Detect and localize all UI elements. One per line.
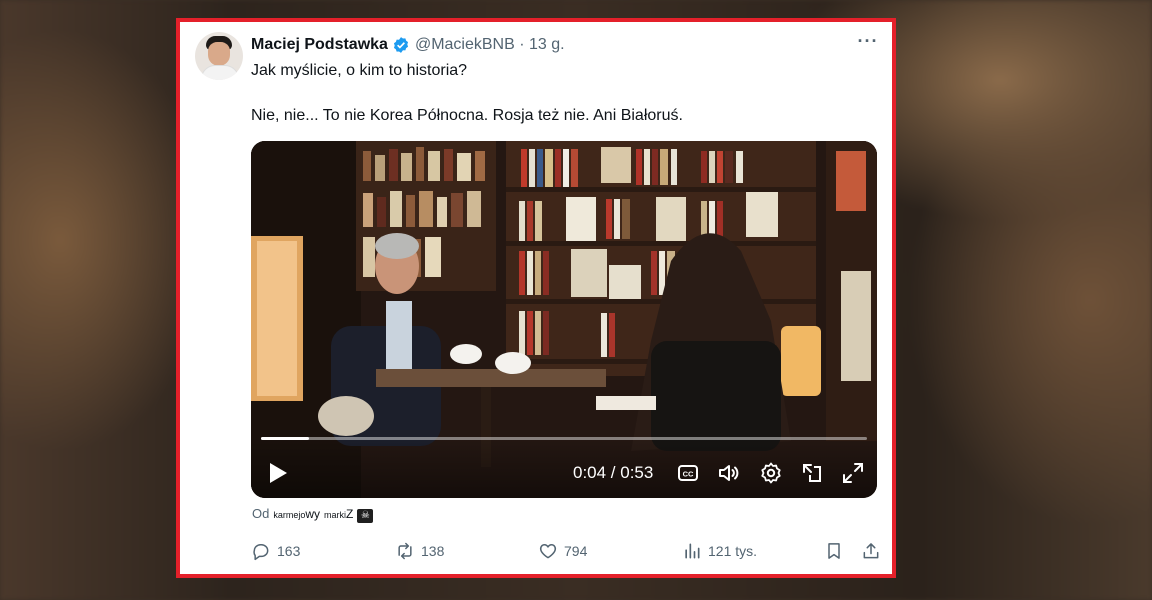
more-icon[interactable]: ··· bbox=[856, 32, 880, 54]
settings-icon[interactable] bbox=[759, 461, 783, 485]
repost-icon bbox=[398, 542, 412, 560]
share-button[interactable] bbox=[861, 540, 887, 562]
reply-icon bbox=[253, 544, 269, 561]
reply-count: 163 bbox=[277, 543, 301, 559]
source-part-2: wy bbox=[305, 507, 321, 521]
avatar[interactable] bbox=[195, 32, 243, 80]
tweet-actions: 163 138 794 121 tys. bbox=[251, 540, 881, 562]
source-part-4: Z bbox=[346, 507, 354, 521]
like-icon bbox=[539, 544, 557, 559]
source-part-3: marki bbox=[324, 510, 347, 520]
svg-text:CC: CC bbox=[683, 470, 694, 479]
video-progress-fill bbox=[261, 437, 310, 440]
reply-button[interactable]: 163 bbox=[251, 540, 300, 562]
views-icon bbox=[685, 543, 700, 559]
repost-count: 138 bbox=[421, 543, 445, 559]
handle-and-time[interactable]: @MaciekBNB · 13 g. bbox=[415, 36, 565, 54]
tweet-card: Maciej Podstawka @MaciekBNB · 13 g. ··· … bbox=[176, 18, 896, 578]
tweet-text-line-2: Nie, nie... To nie Korea Północna. Rosja… bbox=[251, 107, 683, 124]
video-controls bbox=[251, 436, 877, 498]
author-name[interactable]: Maciej Podstawka bbox=[251, 36, 388, 54]
like-button[interactable]: 794 bbox=[538, 540, 587, 562]
captions-icon[interactable]: CC bbox=[676, 461, 700, 485]
video-progress-bar[interactable] bbox=[261, 437, 867, 440]
bookmark-icon bbox=[828, 543, 840, 559]
video-player[interactable]: 0:04 / 0:53 CC bbox=[251, 141, 877, 498]
video-source-attribution[interactable]: Od karmejo wy marki Z ☠ bbox=[252, 506, 374, 523]
tweet-header: Maciej Podstawka @MaciekBNB · 13 g. bbox=[251, 35, 565, 55]
bookmark-button[interactable] bbox=[824, 540, 850, 562]
video-time: 0:04 / 0:53 bbox=[573, 463, 654, 482]
views-count: 121 tys. bbox=[708, 543, 758, 559]
source-prefix: Od bbox=[252, 506, 270, 521]
like-count: 794 bbox=[564, 543, 588, 559]
volume-icon[interactable] bbox=[717, 461, 741, 485]
share-icon bbox=[863, 543, 879, 559]
repost-button[interactable]: 138 bbox=[395, 540, 444, 562]
pip-icon[interactable] bbox=[800, 461, 824, 485]
tweet-text-line-1: Jak myślicie, o kim to historia? bbox=[251, 62, 468, 79]
fullscreen-icon[interactable] bbox=[841, 461, 865, 485]
skull-badge-icon: ☠ bbox=[357, 509, 374, 523]
views-button[interactable]: 121 tys. bbox=[682, 540, 757, 562]
play-icon[interactable] bbox=[267, 461, 289, 485]
source-part-1: karmejo bbox=[273, 510, 306, 520]
verified-badge-icon bbox=[392, 36, 410, 54]
